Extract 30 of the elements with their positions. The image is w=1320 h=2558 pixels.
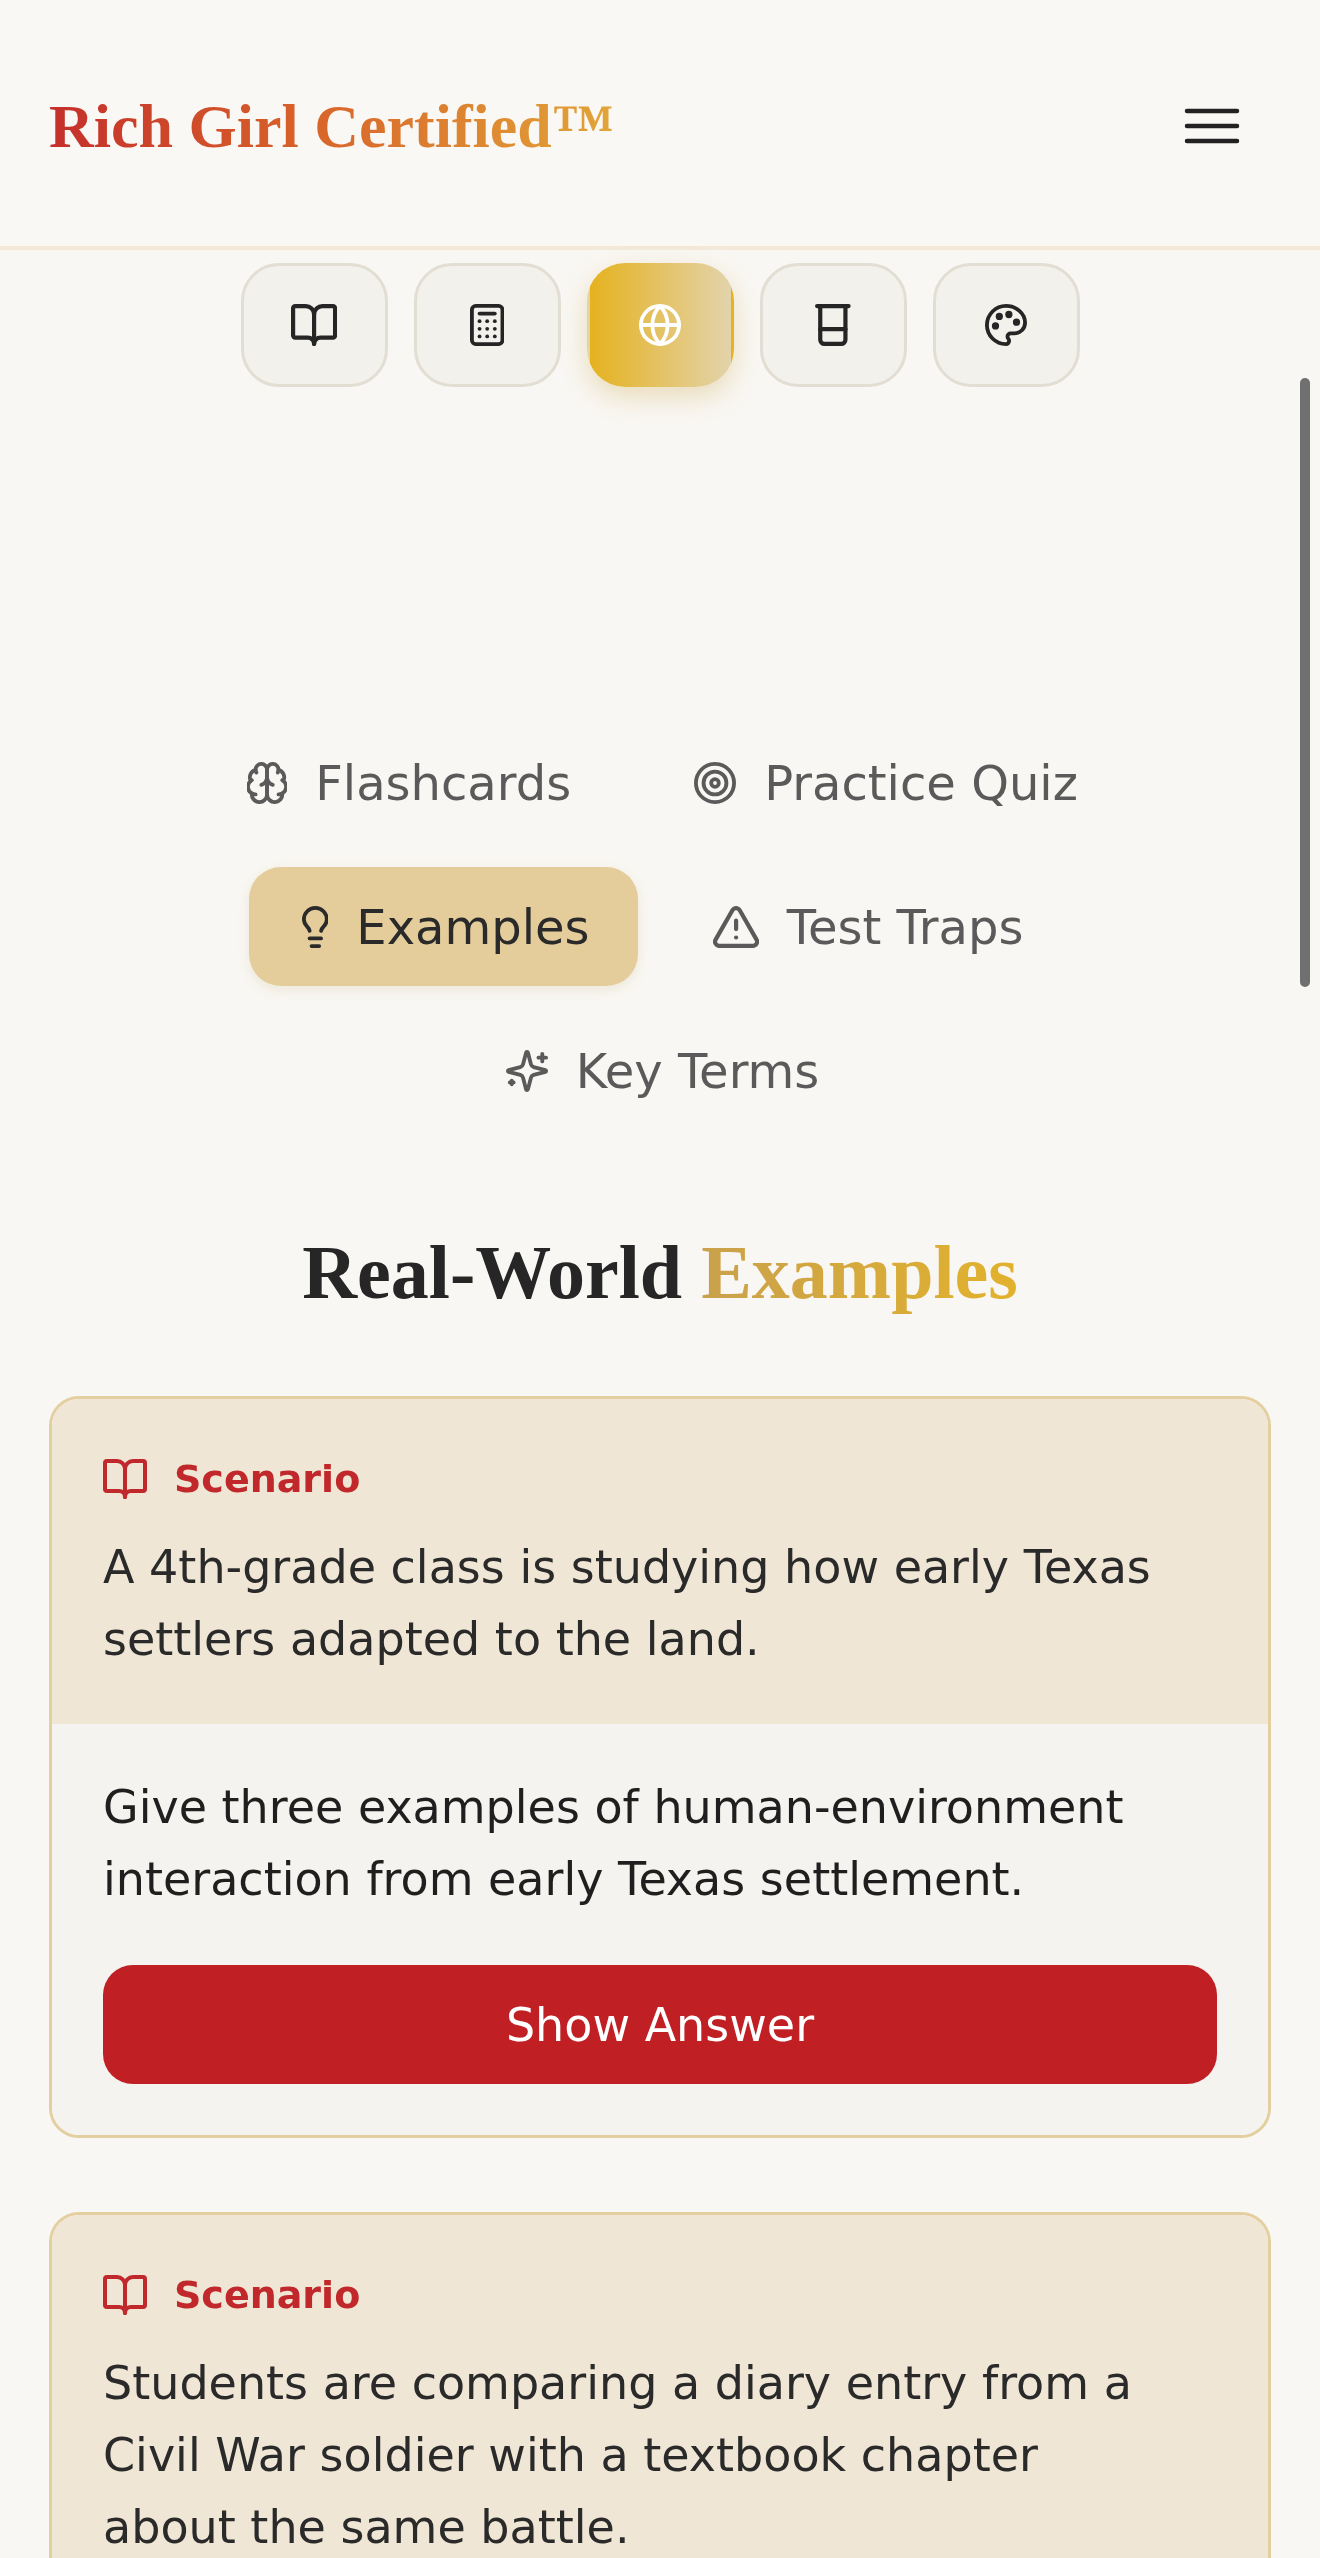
- target-icon: [694, 761, 737, 804]
- scenario-label: Scenario: [174, 1456, 361, 1503]
- brain-icon: [247, 761, 288, 804]
- book-open-icon: [103, 1459, 147, 1499]
- subject-button[interactable]: [932, 263, 1080, 387]
- book-open-icon: [103, 2275, 147, 2315]
- subject-button[interactable]: [413, 263, 561, 387]
- book-open-icon: [290, 304, 338, 346]
- tab[interactable]: Flashcards: [194, 723, 620, 842]
- warning-icon: [712, 905, 759, 948]
- globe-icon: [639, 304, 681, 346]
- scenario-text: A 4th-grade class is studying how early Texas settlers adapted to the land.: [103, 1539, 1152, 1668]
- palette-icon: [985, 304, 1027, 346]
- lightbulb-icon: [301, 905, 329, 948]
- scenario-text: Students are comparing a diary entry from a Civil War soldier with a textbook chapter about the same battle.: [103, 2355, 1133, 2556]
- question-text: Give three examples of human-environment interaction from early Texas settlement.: [103, 1779, 1125, 1908]
- beaker-icon: [815, 304, 851, 346]
- subject-button[interactable]: [240, 263, 388, 387]
- menu-icon[interactable]: [1184, 108, 1240, 144]
- tab[interactable]: Practice Quiz: [641, 723, 1126, 842]
- calculator-icon: [469, 304, 505, 346]
- sparkles-icon: [505, 1049, 548, 1092]
- tab[interactable]: Test Traps: [659, 867, 1072, 986]
- tab[interactable]: Examples: [248, 867, 638, 986]
- tab[interactable]: Key Terms: [452, 1011, 868, 1130]
- scrollbar-thumb[interactable]: [1300, 378, 1310, 987]
- scenario-label: Scenario: [174, 2272, 361, 2319]
- subject-button[interactable]: [759, 263, 907, 387]
- show-answer-button[interactable]: Show Answer: [103, 1965, 1217, 2084]
- section-heading: Real-World Examples: [302, 1229, 1018, 1316]
